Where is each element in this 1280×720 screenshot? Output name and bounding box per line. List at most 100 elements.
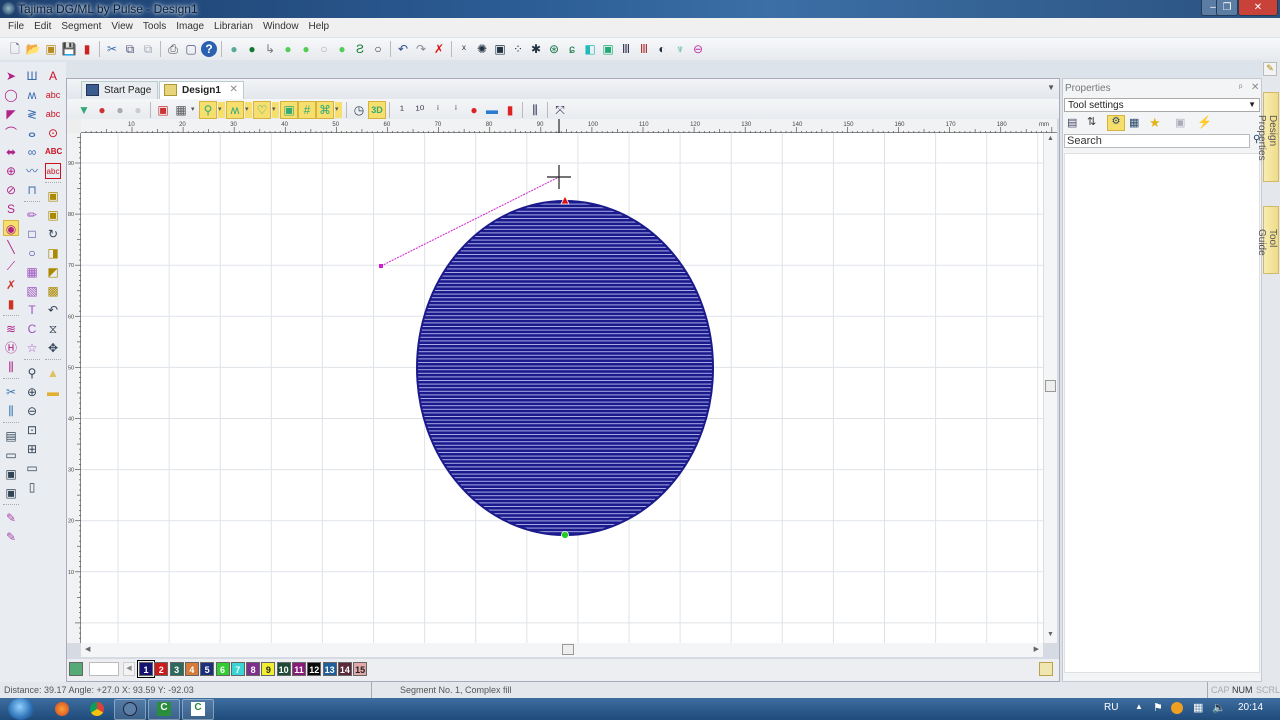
tab-start-page[interactable]: Start Page: [81, 81, 159, 99]
group-icon[interactable]: ▣: [45, 188, 61, 204]
step10-icon[interactable]: ¹⁰: [412, 102, 428, 118]
redo-icon[interactable]: ↷: [413, 41, 429, 57]
circle-h-icon[interactable]: Ⓗ: [3, 340, 19, 356]
convert-icon[interactable]: ˣ: [456, 41, 472, 57]
star-icon[interactable]: ✱: [528, 41, 544, 57]
distribute-icon[interactable]: ▩: [45, 283, 61, 299]
menu-tools[interactable]: Tools: [138, 18, 171, 32]
color-swatch-1[interactable]: 1: [137, 660, 155, 678]
zoom-tool-icon[interactable]: ⚲: [199, 101, 217, 119]
tab-list-dropdown[interactable]: ▼: [1047, 83, 1055, 92]
reshape-icon[interactable]: ⌒: [3, 125, 19, 141]
split-icon[interactable]: ⤧: [552, 102, 568, 118]
paste-icon[interactable]: ⧉: [140, 41, 156, 57]
start-button[interactable]: [8, 698, 34, 720]
clock[interactable]: 20:14: [1238, 702, 1263, 713]
vertical-scroll-thumb[interactable]: [1045, 380, 1056, 392]
color-swatch-11[interactable]: 11: [292, 662, 306, 676]
jump-icon[interactable]: Ƨ: [352, 41, 368, 57]
text-box-icon[interactable]: abc: [45, 163, 61, 179]
print-icon[interactable]: ⎙: [165, 41, 181, 57]
rotate-icon[interactable]: ↻: [45, 226, 61, 242]
color-swatch-13[interactable]: 13: [322, 662, 337, 676]
columns2-icon[interactable]: Ⅲ: [636, 41, 652, 57]
zigzag-icon[interactable]: ≷: [24, 106, 40, 122]
traffic-light-icon[interactable]: ▮: [3, 296, 19, 312]
image-icon[interactable]: ▦: [24, 264, 40, 280]
chain4-icon[interactable]: ●: [334, 41, 350, 57]
color-swatch-14[interactable]: 14: [337, 662, 352, 676]
align-icon[interactable]: ◨: [45, 245, 61, 261]
disabled-icon[interactable]: ●: [130, 102, 146, 118]
wave-icon[interactable]: 〰: [24, 163, 40, 179]
delete-icon[interactable]: ✗: [431, 41, 447, 57]
command-icon[interactable]: ⌘: [316, 101, 334, 119]
3d-icon[interactable]: 3D: [368, 101, 386, 119]
wand-icon[interactable]: ✎: [3, 510, 19, 526]
print-preview-icon[interactable]: ▢: [183, 41, 199, 57]
color-swatch-6[interactable]: 6: [215, 662, 230, 676]
satin-icon[interactable]: ʍ: [24, 87, 40, 103]
chrome-icon[interactable]: [90, 702, 104, 716]
palette-scroll-left[interactable]: ◀: [123, 662, 135, 676]
eye-tool-icon[interactable]: ◉: [3, 220, 19, 236]
star-tool-icon[interactable]: ☆: [24, 340, 40, 356]
color-swatch-9[interactable]: 9: [261, 662, 276, 676]
color-swatch-15[interactable]: 15: [353, 662, 368, 676]
edit-icon[interactable]: ✎: [1263, 62, 1277, 76]
dropdown-arrow-icon[interactable]: ▾: [218, 102, 225, 118]
chain-icon[interactable]: ●: [280, 41, 296, 57]
menu-segment[interactable]: Segment: [56, 18, 106, 32]
open-icon[interactable]: 📂: [25, 41, 41, 57]
step1-icon[interactable]: ¹: [394, 102, 410, 118]
brush-icon[interactable]: ⟋: [3, 258, 19, 274]
camtasia-taskbar-button[interactable]: C: [148, 699, 180, 720]
ellipse-icon[interactable]: ○: [24, 245, 40, 261]
rectangle-icon[interactable]: □: [24, 226, 40, 242]
move-icon[interactable]: ✥: [45, 340, 61, 356]
arc-icon[interactable]: C: [24, 321, 40, 337]
needle-down-icon[interactable]: ▮: [502, 102, 518, 118]
radial-icon[interactable]: ⊛: [546, 41, 562, 57]
pin-icon[interactable]: ᵖ: [1239, 82, 1242, 92]
language-indicator[interactable]: RU: [1104, 702, 1118, 713]
text-bold-icon[interactable]: ABC: [45, 144, 62, 160]
zoom-fit-icon[interactable]: ⊞: [24, 441, 40, 457]
knife-icon[interactable]: ╲: [3, 239, 19, 255]
categorized-icon[interactable]: ▤: [1067, 116, 1077, 129]
clock-icon[interactable]: ◷: [351, 102, 367, 118]
image-frame-icon[interactable]: ▣: [600, 41, 616, 57]
menu-librarian[interactable]: Librarian: [209, 18, 258, 32]
flag-icon[interactable]: ▬: [45, 384, 61, 400]
satin-column-icon[interactable]: Ш: [24, 68, 40, 84]
arrange-icon[interactable]: ◩: [45, 264, 61, 280]
minus-circle-icon[interactable]: ⊖: [690, 41, 706, 57]
network-icon[interactable]: ▦: [1193, 701, 1203, 714]
edit-image-icon[interactable]: ▧: [24, 283, 40, 299]
text-tool-icon[interactable]: T: [24, 302, 40, 318]
remove-icon[interactable]: ✗: [3, 277, 19, 293]
menu-help[interactable]: Help: [304, 18, 335, 32]
dropdown-arrow-icon[interactable]: ▾: [272, 102, 279, 118]
lightning-icon[interactable]: ⚡: [1197, 115, 1212, 129]
rotate-tool-icon[interactable]: ⊘: [3, 182, 19, 198]
color-swatch-2[interactable]: 2: [154, 662, 169, 676]
scroll-down-arrow[interactable]: ▼: [1047, 631, 1054, 638]
needle-icon[interactable]: ♆: [672, 41, 688, 57]
text-on-path-icon[interactable]: abc: [45, 87, 61, 103]
column-stitch-icon[interactable]: ⫼: [3, 403, 19, 419]
color-swatch-3[interactable]: 3: [169, 662, 184, 676]
pencil-icon[interactable]: ✏: [24, 207, 40, 223]
circle-icon[interactable]: ○: [370, 41, 386, 57]
scroll-up-arrow[interactable]: ▲: [1047, 135, 1054, 142]
undo-shape-icon[interactable]: ↶: [45, 302, 61, 318]
sequence-icon[interactable]: S: [3, 201, 19, 217]
firefox-icon[interactable]: [55, 702, 69, 716]
stitch-record-icon[interactable]: ●: [244, 41, 260, 57]
density-icon[interactable]: ⫼: [527, 102, 543, 118]
scroll-left-arrow[interactable]: ◀: [85, 645, 90, 653]
machine-check-icon[interactable]: ▣: [3, 466, 19, 482]
menu-edit[interactable]: Edit: [29, 18, 56, 32]
save-as-icon[interactable]: ▮: [79, 41, 95, 57]
close-button[interactable]: ✕: [1238, 0, 1278, 16]
